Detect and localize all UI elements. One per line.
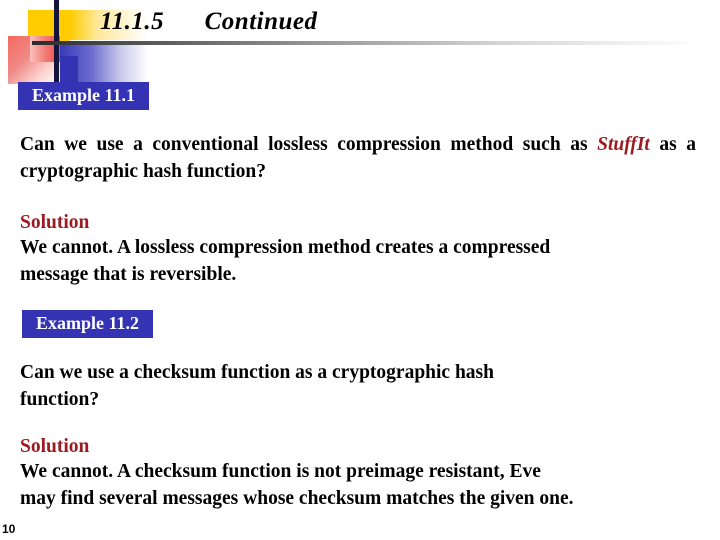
example-11-2-solution-line-2: may find several messages whose checksum…: [20, 488, 574, 510]
example-11-1-solution: Solution We cannot. A lossless compressi…: [20, 210, 696, 289]
example-11-1-solution-heading: Solution: [20, 212, 90, 233]
example-11-2-solution-heading: Solution: [20, 436, 90, 457]
example-11-1-solution-line-1: We cannot. A lossless compression method…: [20, 237, 551, 259]
example-11-2-label: Example 11.2: [22, 310, 154, 338]
slide-title: 11.1.5 Continued: [100, 8, 318, 35]
vertical-rule-decoration: [54, 0, 59, 92]
example-11-1-solution-line-2: message that is reversible.: [20, 264, 237, 286]
example-11-2-solution-line-1: We cannot. A checksum function is not pr…: [20, 461, 541, 483]
stuffit-brand-name: StuffIt: [597, 134, 650, 155]
page-number: 10: [2, 522, 16, 536]
example-11-1-label: Example 11.1: [18, 82, 150, 110]
example-11-2-label-row: Example 11.2: [22, 310, 154, 338]
example-11-1-label-row: Example 11.1: [18, 82, 720, 110]
example-11-1-question-text-a: Can we use a conventional lossless compr…: [20, 134, 598, 155]
example-11-2-question: Can we use a checksum function as a cryp…: [20, 360, 696, 414]
example-11-1-question: Can we use a conventional lossless compr…: [20, 132, 696, 186]
example-11-2-solution: Solution We cannot. A checksum function …: [20, 434, 696, 513]
slide-content: Example 11.1 Can we use a conventional l…: [0, 82, 720, 509]
example-11-2-question-line-1: Can we use a checksum function as a cryp…: [20, 362, 494, 383]
example-11-2-question-line-2: function?: [20, 388, 100, 410]
horizontal-rule-decoration: [32, 41, 700, 45]
